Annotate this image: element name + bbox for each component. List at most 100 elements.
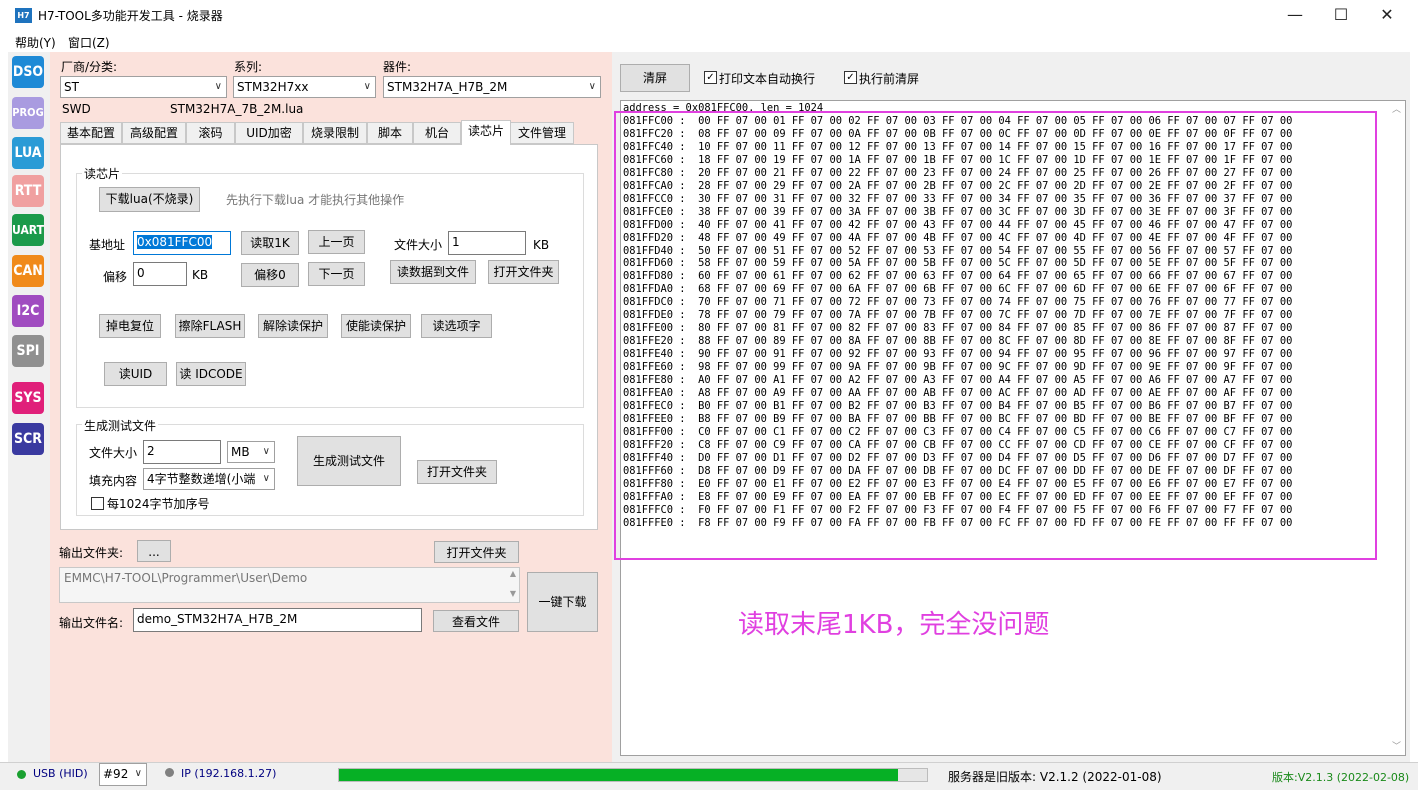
read-to-file-button[interactable]: 读数据到文件	[390, 260, 476, 284]
base-addr-value: 0x081FFC00	[137, 235, 213, 249]
sidebar-item-spi[interactable]: SPI	[12, 335, 44, 367]
gen-size-input[interactable]: 2	[143, 440, 221, 464]
device-label: 器件:	[383, 60, 412, 74]
output-folder-label: 输出文件夹:	[59, 546, 124, 560]
auto-wrap-label: 打印文本自动换行	[719, 72, 816, 86]
download-lua-button[interactable]: 下载lua(不烧录)	[99, 187, 200, 212]
sidebar-item-dso[interactable]: DSO	[12, 56, 44, 88]
sidebar-item-scr[interactable]: SCR	[12, 423, 44, 455]
scroll-up-icon[interactable]: ︿	[1392, 102, 1401, 115]
gen-size-unit: MB	[231, 445, 250, 459]
vendor-select[interactable]: ST ∨	[60, 76, 227, 98]
tab-script[interactable]: 脚本	[367, 122, 413, 144]
read-option-button[interactable]: 读选项字	[421, 314, 492, 338]
series-label: 系列:	[234, 60, 263, 74]
browse-button[interactable]: ...	[137, 540, 171, 562]
prev-page-button[interactable]: 上一页	[308, 230, 365, 254]
fill-label: 填充内容	[89, 474, 138, 488]
protect-button[interactable]: 使能读保护	[341, 314, 411, 338]
chevron-down-icon: ∨	[134, 768, 142, 779]
usb-status-text: USB (HID)	[33, 767, 88, 780]
open-folder-button-gen[interactable]: 打开文件夹	[417, 460, 497, 484]
view-file-button[interactable]: 查看文件	[433, 610, 519, 632]
output-scrollbar[interactable]: ︿ ﹀	[1389, 101, 1405, 755]
title-bar: H7 H7-TOOL多功能开发工具 - 烧录器 — ☐ ✕	[0, 0, 1418, 32]
sidebar-item-prog[interactable]: PROG	[12, 97, 44, 129]
sidebar-item-can[interactable]: CAN	[12, 255, 44, 287]
chevron-down-icon: ∨	[588, 81, 596, 92]
clear-screen-button[interactable]: 清屏	[620, 64, 690, 92]
seq-checkbox-label: 每1024字节加序号	[107, 497, 210, 511]
device-select[interactable]: STM32H7A_H7B_2M ∨	[383, 76, 601, 98]
close-button[interactable]: ✕	[1364, 0, 1410, 32]
annotation-text: 读取末尾1KB，完全没问题	[738, 610, 1050, 640]
device-num-select[interactable]: #92 ∨	[99, 763, 147, 786]
gen-size-label: 文件大小	[89, 446, 138, 460]
sidebar-item-rtt[interactable]: RTT	[12, 175, 44, 207]
fill-select[interactable]: 4字节整数递增(小端 ∨	[143, 468, 275, 490]
output-filename-input[interactable]: demo_STM32H7A_H7B_2M	[133, 608, 422, 632]
scroll-down-icon[interactable]: ▼	[510, 589, 516, 598]
offset-input[interactable]: 0	[133, 262, 187, 286]
series-select[interactable]: STM32H7xx ∨	[233, 76, 376, 98]
auto-wrap-checkbox[interactable]: ✓	[704, 71, 717, 84]
maximize-button[interactable]: ☐	[1318, 0, 1364, 32]
clear-before-label: 执行前清屏	[859, 72, 920, 86]
sidebar-item-uart[interactable]: UART	[12, 214, 44, 246]
chevron-down-icon: ∨	[214, 81, 222, 92]
gen-size-unit-select[interactable]: MB ∨	[227, 441, 275, 463]
power-reset-button[interactable]: 掉电复位	[99, 314, 161, 338]
fill-value: 4字节整数递增(小端	[147, 472, 256, 486]
offset-zero-button[interactable]: 偏移0	[241, 263, 299, 287]
read-idcode-button[interactable]: 读 IDCODE	[176, 362, 246, 386]
offset-unit: KB	[192, 268, 209, 282]
output-folder-path[interactable]: EMMC\H7-TOOL\Programmer\User\Demo ▲ ▼	[59, 567, 520, 603]
one-key-download-button[interactable]: 一键下载	[527, 572, 598, 632]
erase-flash-button[interactable]: 擦除FLASH	[175, 314, 245, 338]
tab-read-chip[interactable]: 读芯片	[461, 120, 511, 145]
open-folder-button-output[interactable]: 打开文件夹	[434, 541, 519, 563]
download-hint: 先执行下载lua 才能执行其他操作	[226, 193, 405, 207]
menu-help[interactable]: 帮助(Y)	[15, 34, 56, 51]
tab-program-limit[interactable]: 烧录限制	[303, 122, 367, 144]
base-addr-input[interactable]: 0x081FFC00	[133, 231, 231, 255]
server-version-text: 服务器是旧版本: V2.1.2 (2022-01-08)	[948, 770, 1162, 784]
minimize-button[interactable]: —	[1272, 0, 1318, 32]
scroll-down-icon[interactable]: ﹀	[1392, 739, 1401, 752]
vendor-label: 厂商/分类:	[61, 60, 118, 74]
next-page-button[interactable]: 下一页	[308, 262, 365, 286]
tab-rolling-code[interactable]: 滚码	[186, 122, 235, 144]
output-folder-path-text: EMMC\H7-TOOL\Programmer\User\Demo	[64, 571, 308, 585]
tab-uid-encrypt[interactable]: UID加密	[235, 122, 303, 144]
seq-checkbox[interactable]	[91, 497, 104, 510]
progress-fill	[339, 769, 898, 781]
offset-label: 偏移	[103, 270, 128, 284]
chevron-down-icon: ∨	[262, 469, 270, 489]
sidebar-item-lua[interactable]: LUA	[12, 137, 44, 169]
usb-status-dot	[17, 770, 26, 779]
tab-machine[interactable]: 机台	[413, 122, 461, 144]
menu-window[interactable]: 窗口(Z)	[68, 34, 110, 51]
sidebar-item-i2c[interactable]: I2C	[12, 295, 44, 327]
sidebar-item-sys[interactable]: SYS	[12, 382, 44, 414]
read-uid-button[interactable]: 读UID	[104, 362, 167, 386]
output-filename-label: 输出文件名:	[59, 616, 124, 630]
gen-test-group-title: 生成测试文件	[82, 417, 159, 434]
clear-before-checkbox[interactable]: ✓	[844, 71, 857, 84]
tab-file-manage[interactable]: 文件管理	[510, 122, 574, 144]
menu-bar: 帮助(Y) 窗口(Z)	[0, 32, 1418, 52]
unprotect-button[interactable]: 解除读保护	[258, 314, 328, 338]
scroll-up-icon[interactable]: ▲	[510, 569, 516, 578]
gen-test-file-button[interactable]: 生成测试文件	[297, 436, 401, 486]
tab-advanced[interactable]: 高级配置	[122, 122, 186, 144]
open-folder-button-read[interactable]: 打开文件夹	[488, 260, 559, 284]
read-1k-button[interactable]: 读取1K	[241, 231, 299, 255]
chevron-down-icon: ∨	[363, 81, 371, 92]
device-value: STM32H7A_H7B_2M	[387, 80, 508, 94]
file-size-label: 文件大小	[394, 238, 443, 252]
highlight-box	[614, 111, 1377, 560]
file-size-input[interactable]: 1	[448, 231, 526, 255]
ip-status-text: IP (192.168.1.27)	[181, 767, 277, 780]
tab-basic[interactable]: 基本配置	[60, 122, 122, 144]
ip-status-dot	[165, 768, 174, 777]
